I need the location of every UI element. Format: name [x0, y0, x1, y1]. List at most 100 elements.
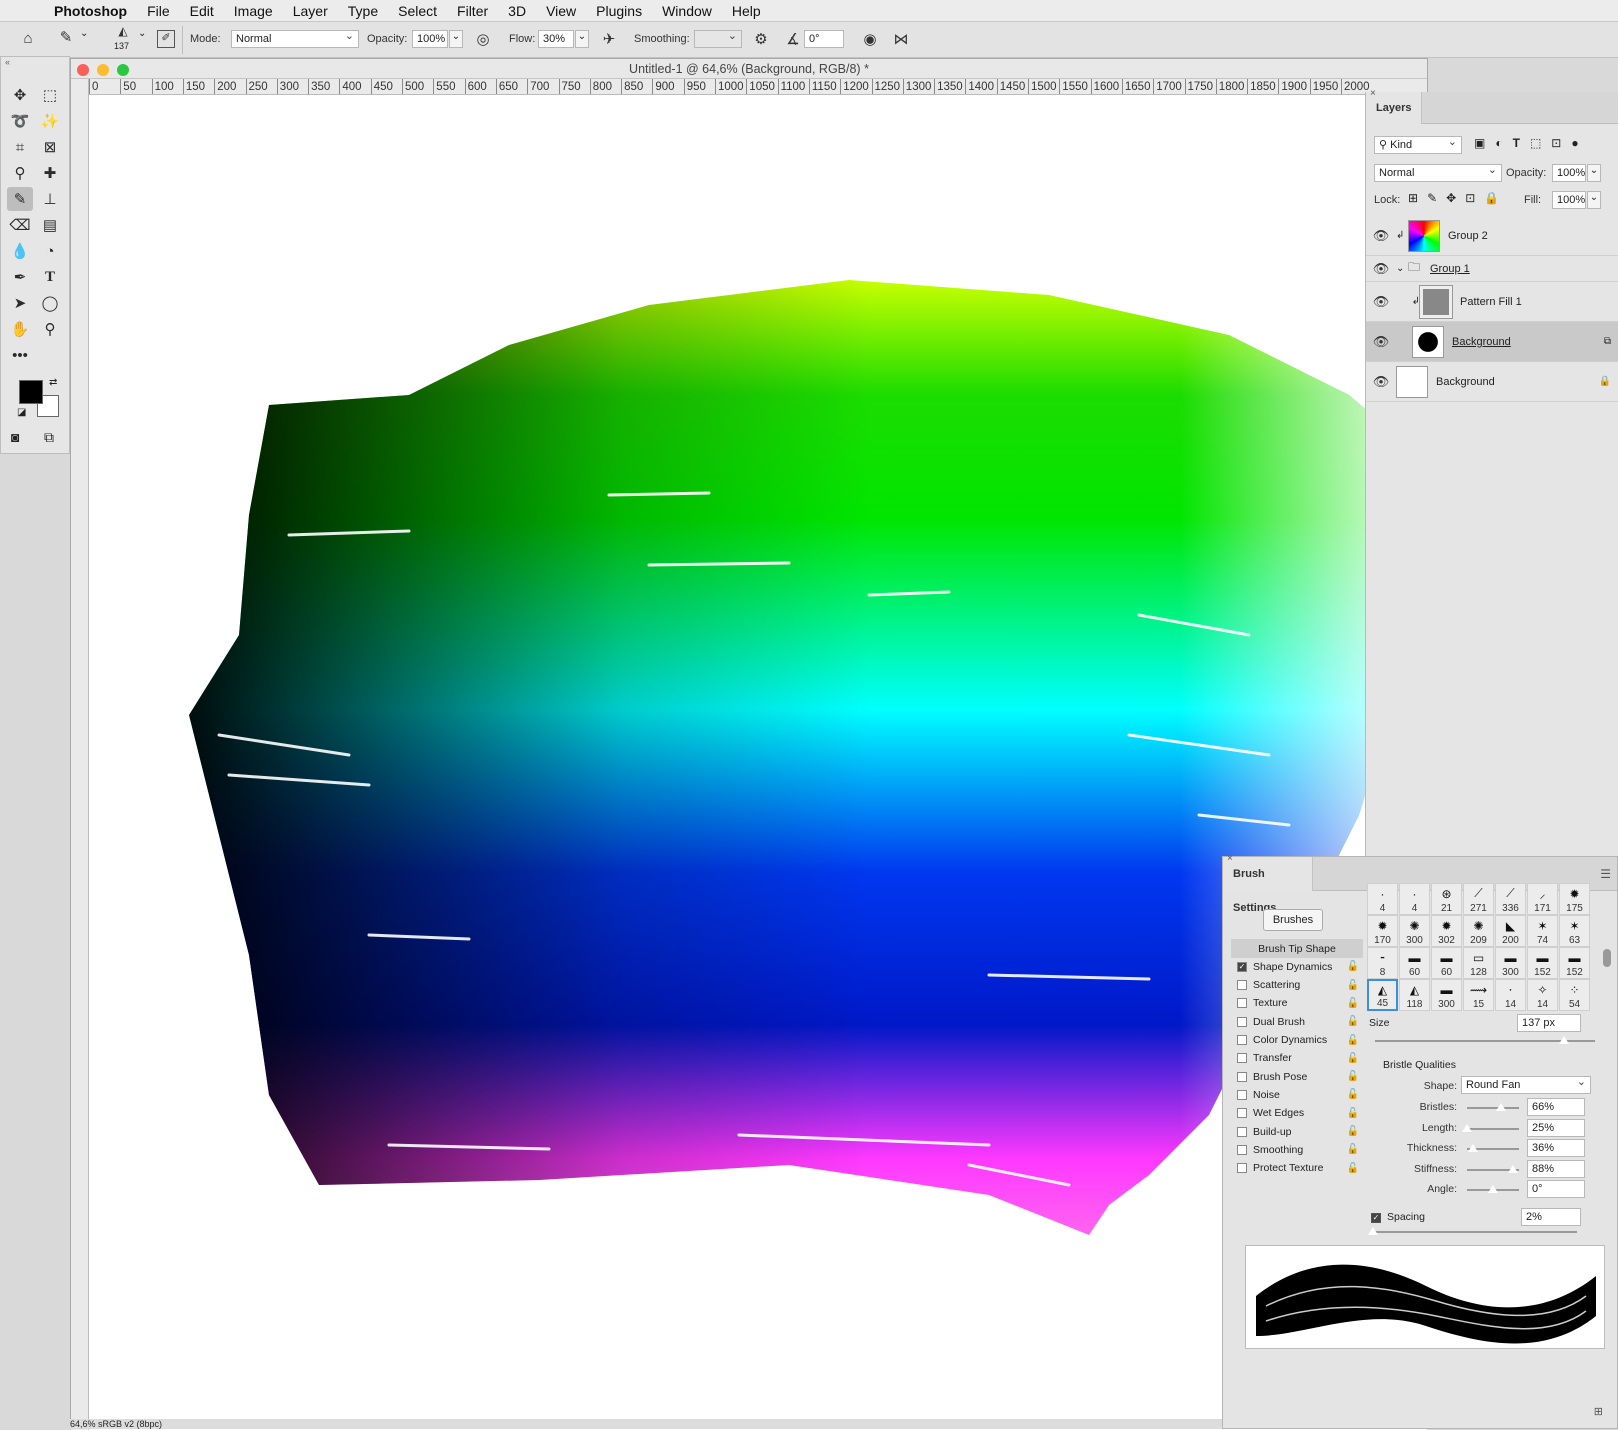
param-slider[interactable]	[1467, 1103, 1519, 1111]
pressure-opacity-icon[interactable]: ◎	[474, 30, 492, 48]
pen-tool-icon[interactable]: ✒	[7, 265, 33, 289]
brush-preset-icon[interactable]: ◭	[114, 24, 132, 38]
lock-artboard-icon[interactable]: ⊡	[1465, 191, 1475, 205]
move-tool-icon[interactable]: ✥	[7, 83, 33, 107]
param-field[interactable]: 0°	[1527, 1180, 1585, 1198]
menu-item-help[interactable]: Help	[722, 3, 771, 19]
filter-toggle-icon[interactable]: ●	[1571, 136, 1578, 150]
brush-preset[interactable]: ⊛ 21	[1431, 883, 1462, 915]
brush-preset[interactable]: ◭ 45	[1367, 979, 1398, 1011]
menu-item-layer[interactable]: Layer	[283, 3, 338, 19]
swap-colors-icon[interactable]: ⇄	[49, 377, 57, 388]
dodge-tool-icon[interactable]: ◔	[37, 239, 63, 263]
param-slider[interactable]	[1467, 1185, 1519, 1193]
lock-pixels-icon[interactable]: ✎	[1427, 191, 1437, 205]
layer-row-background-masked[interactable]: 👁 Background ⧉	[1366, 322, 1618, 362]
brush-option-texture[interactable]: Texture 🔓	[1231, 994, 1363, 1013]
param-slider-knob[interactable]	[1488, 1185, 1498, 1193]
opacity-dropdown-icon[interactable]: ⌄	[449, 30, 463, 48]
symmetry-icon[interactable]: ⋈	[892, 30, 910, 48]
brush-preset[interactable]: ⟋ 271	[1463, 883, 1494, 915]
lock-icon[interactable]: 🔓	[1347, 998, 1359, 1009]
brush-preset[interactable]: · 4	[1367, 883, 1398, 915]
chevron-down-icon[interactable]: ⌄	[138, 28, 146, 39]
layer-opacity-field[interactable]: 100%	[1552, 164, 1586, 182]
airbrush-icon[interactable]: ✈	[600, 30, 618, 48]
spacing-checkbox[interactable]: ✓	[1371, 1213, 1381, 1223]
magic-wand-tool-icon[interactable]: ✨	[37, 109, 63, 133]
mode-select[interactable]: Normal	[231, 30, 359, 48]
brush-preset[interactable]: ✧ 14	[1527, 979, 1558, 1011]
home-icon[interactable]: ⌂	[18, 30, 38, 47]
checkbox[interactable]	[1237, 980, 1247, 991]
type-filter-icon[interactable]: T	[1513, 136, 1520, 150]
checkbox[interactable]	[1237, 998, 1247, 1009]
brush-preset[interactable]: ◣ 200	[1495, 915, 1526, 947]
layer-row-group-1[interactable]: 👁 ⌄ 🗀 Group 1	[1366, 256, 1618, 282]
menu-item-edit[interactable]: Edit	[180, 3, 224, 19]
checkbox[interactable]	[1237, 1035, 1247, 1045]
menu-item-select[interactable]: Select	[388, 3, 447, 19]
spacing-field[interactable]: 2%	[1521, 1208, 1581, 1226]
menu-item-image[interactable]: Image	[224, 3, 283, 19]
crop-tool-icon[interactable]: ⌗	[7, 135, 33, 159]
lock-icon[interactable]: 🔓	[1347, 980, 1359, 991]
brush-preset[interactable]: ✹ 175	[1559, 883, 1590, 915]
spacing-slider-knob[interactable]	[1368, 1227, 1378, 1235]
quick-mask-icon[interactable]: ◙	[11, 429, 19, 445]
menu-item-file[interactable]: File	[137, 3, 180, 19]
param-field[interactable]: 25%	[1527, 1118, 1585, 1137]
param-slider-knob[interactable]	[1468, 1144, 1479, 1152]
eye-icon[interactable]: 👁	[1366, 261, 1396, 277]
brush-preset[interactable]: ▬ 300	[1495, 947, 1526, 979]
image-filter-icon[interactable]: ▣	[1474, 136, 1485, 150]
lock-transparency-icon[interactable]: ⊞	[1408, 191, 1418, 205]
lock-icon[interactable]: 🔓	[1347, 1035, 1359, 1046]
collapse-icon[interactable]: «	[5, 57, 10, 67]
brush-preset[interactable]: ✶ 63	[1559, 915, 1590, 947]
fill-field[interactable]: 100%	[1552, 191, 1586, 209]
lock-icon[interactable]: 🔓	[1347, 961, 1359, 972]
chevron-down-icon[interactable]: ⌄	[1396, 263, 1408, 274]
zoom-tool-icon[interactable]: ⚲	[37, 317, 63, 341]
new-brush-icon[interactable]: ⊞	[1594, 1405, 1603, 1418]
gear-icon[interactable]: ⚙	[752, 30, 770, 48]
brush-preset[interactable]: ⟿ 15	[1463, 979, 1494, 1011]
brush-preset[interactable]: ✶ 74	[1527, 915, 1558, 947]
brush-preset[interactable]: ✺ 209	[1463, 915, 1494, 947]
marquee-tool-icon[interactable]: ⬚	[37, 83, 63, 107]
brush-option-transfer[interactable]: Transfer 🔓	[1231, 1049, 1363, 1068]
brush-tool-icon[interactable]: ✎	[56, 28, 76, 46]
close-icon[interactable]	[77, 64, 89, 76]
eyedropper-tool-icon[interactable]: ⚲	[7, 161, 33, 185]
default-colors-icon[interactable]: ◪	[17, 407, 26, 418]
brush-option-color-dynamics[interactable]: Color Dynamics 🔓	[1231, 1031, 1363, 1050]
menu-item-3d[interactable]: 3D	[498, 3, 536, 19]
brush-preset[interactable]: ▬ 60	[1431, 947, 1462, 979]
param-slider-knob[interactable]	[1496, 1103, 1507, 1111]
smoothing-field[interactable]	[694, 30, 742, 48]
pressure-size-icon[interactable]: ◉	[861, 30, 879, 48]
lock-icon[interactable]: 🔓	[1347, 1053, 1359, 1064]
screen-mode-icon[interactable]: ⧉	[44, 429, 54, 446]
checkbox[interactable]	[1237, 1071, 1247, 1082]
menu-item-window[interactable]: Window	[652, 3, 722, 19]
menu-item-view[interactable]: View	[536, 3, 586, 19]
more-tools-icon[interactable]: •••	[7, 343, 33, 367]
close-panel-icon[interactable]: ×	[1227, 853, 1233, 864]
lock-all-icon[interactable]: 🔒	[1484, 191, 1499, 205]
lock-icon[interactable]: 🔓	[1347, 1071, 1359, 1082]
layer-row-group-2[interactable]: 👁 ↲ Group 2	[1366, 216, 1618, 256]
menu-item-plugins[interactable]: Plugins	[586, 3, 652, 19]
layer-row-background[interactable]: 👁 Background 🔒	[1366, 362, 1618, 402]
brush-option-brush-pose[interactable]: Brush Pose 🔓	[1231, 1067, 1363, 1086]
path-selection-tool-icon[interactable]: ➤	[7, 291, 33, 315]
lasso-tool-icon[interactable]: ➰	[7, 109, 33, 133]
blur-tool-icon[interactable]: 💧	[7, 239, 33, 263]
tab-brush-settings[interactable]: Brush Settings	[1223, 857, 1313, 914]
frame-tool-icon[interactable]: ⊠	[37, 135, 63, 159]
brush-preset[interactable]: ▬ 152	[1559, 947, 1590, 979]
layer-row-pattern-fill-1[interactable]: 👁 ↲ Pattern Fill 1	[1366, 282, 1618, 322]
eraser-tool-icon[interactable]: ⌫	[7, 213, 33, 237]
brush-preset[interactable]: ⸝ 171	[1527, 883, 1558, 915]
